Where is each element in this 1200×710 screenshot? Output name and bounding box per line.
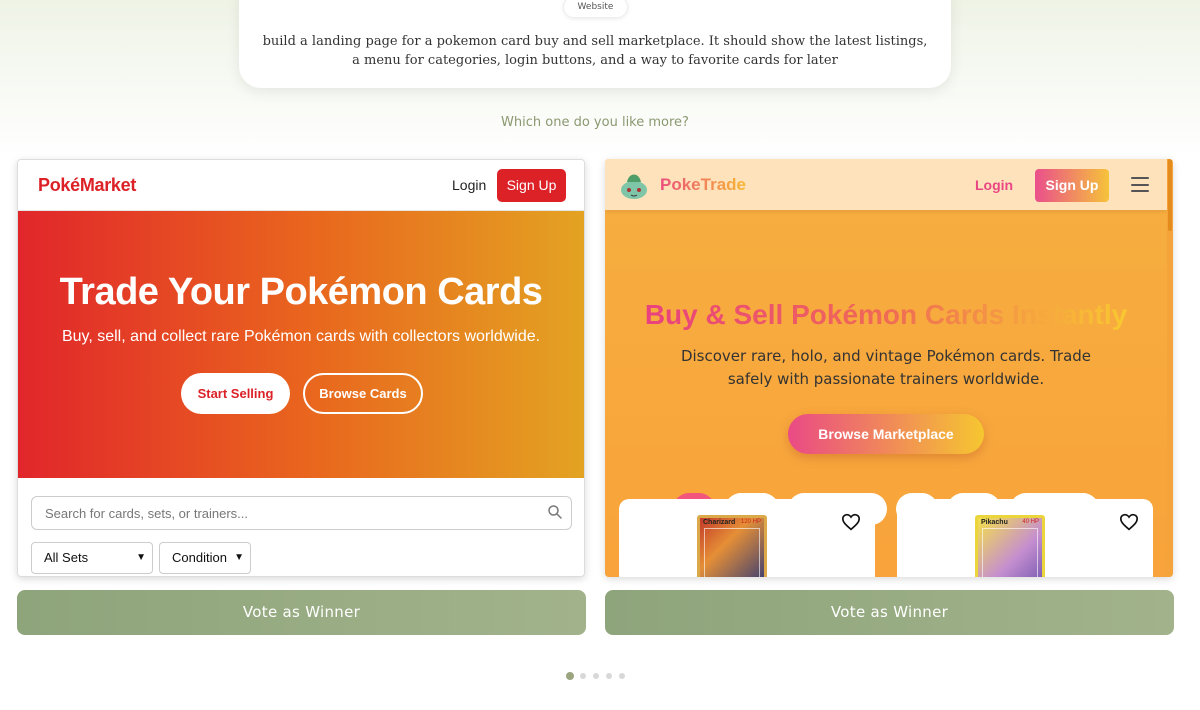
hero-subtitle: Buy, sell, and collect rare Pokémon card… — [61, 328, 541, 345]
preview-panel-a: PokéMarket Login Sign Up Trade Your Poké… — [17, 159, 585, 577]
chevron-down-icon: ▼ — [234, 552, 244, 563]
scrollbar-thumb[interactable] — [1168, 159, 1172, 231]
scrollbar[interactable] — [1167, 159, 1173, 577]
browse-marketplace-button[interactable]: Browse Marketplace — [788, 414, 984, 454]
pagination-dot[interactable] — [580, 673, 586, 679]
sets-select-value: All Sets — [44, 550, 89, 565]
hamburger-menu-icon[interactable] — [1131, 177, 1149, 192]
pagination-dot[interactable] — [606, 673, 612, 679]
pagination-dot[interactable] — [593, 673, 599, 679]
vote-button-b[interactable]: Vote as Winner — [605, 590, 1174, 635]
condition-select-value: Condition — [172, 550, 227, 565]
search-icon[interactable] — [547, 504, 563, 520]
card-hp: 120 HP — [740, 519, 761, 525]
hero-title-text: Buy & Sell Pokémon Cards Instantly — [644, 299, 1128, 330]
card-hp: 40 HP — [1022, 519, 1039, 525]
browse-cards-button[interactable]: Browse Cards — [303, 373, 423, 414]
prompt-text: build a landing page for a pokemon card … — [262, 34, 928, 68]
navbar: PokéMarket Login Sign Up — [18, 160, 584, 211]
signup-button[interactable]: Sign Up — [1035, 169, 1109, 202]
search-input[interactable]: Search for cards, sets, or trainers... — [31, 496, 572, 530]
card-image: Charizard 120 HP — [697, 515, 767, 577]
start-selling-button[interactable]: Start Selling — [181, 373, 290, 414]
listing-card[interactable]: Pikachu 40 HP — [897, 499, 1153, 577]
pagination-dot[interactable] — [566, 672, 574, 680]
hero-title: Trade Your Pokémon Cards — [59, 271, 543, 313]
card-art — [982, 528, 1038, 577]
listing-card[interactable]: Charizard 120 HP — [619, 499, 875, 577]
comparison-question: Which one do you like more? — [501, 115, 689, 130]
card-image: Pikachu 40 HP — [975, 515, 1045, 577]
card-name: Pikachu — [981, 519, 1008, 526]
pagination-dot[interactable] — [619, 673, 625, 679]
site-logo[interactable]: PokéMarket — [38, 175, 136, 196]
login-link[interactable]: Login — [452, 177, 486, 193]
site-logo[interactable]: PokeTrade — [660, 175, 746, 195]
condition-select[interactable]: Condition ▼ — [159, 542, 251, 574]
sets-select[interactable]: All Sets ▼ — [31, 542, 153, 574]
search-placeholder: Search for cards, sets, or trainers... — [45, 506, 249, 521]
website-tag: Website — [563, 0, 628, 18]
preview-panel-b: Buy & Sell Pokémon Cards Instantly Disco… — [605, 159, 1173, 577]
card-name: Charizard — [703, 519, 736, 526]
chevron-down-icon: ▼ — [136, 552, 146, 563]
hero-subtitle: Discover rare, holo, and vintage Pokémon… — [680, 347, 1092, 388]
heart-icon[interactable] — [1119, 513, 1139, 531]
bulbasaur-logo-icon — [621, 174, 647, 199]
signup-button[interactable]: Sign Up — [497, 169, 566, 202]
hero-title: Buy & Sell Pokémon Cards Instantly — [605, 299, 1167, 331]
hero-section: Trade Your Pokémon Cards Buy, sell, and … — [18, 211, 584, 478]
heart-icon[interactable] — [841, 513, 861, 531]
card-art — [704, 528, 760, 577]
vote-button-a[interactable]: Vote as Winner — [17, 590, 586, 635]
navbar: PokeTrade Login Sign Up — [605, 159, 1167, 210]
login-link[interactable]: Login — [975, 177, 1013, 193]
